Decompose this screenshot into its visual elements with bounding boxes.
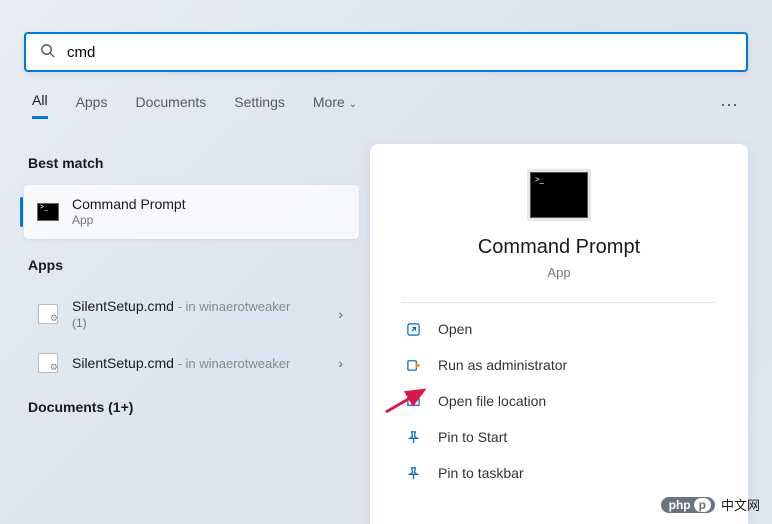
command-prompt-icon (530, 172, 588, 218)
search-icon (40, 43, 55, 61)
divider (402, 302, 716, 303)
preview-panel: Command Prompt App Open Run as administr… (370, 144, 748, 524)
tab-apps[interactable]: Apps (76, 94, 108, 118)
chevron-right-icon[interactable]: › (334, 355, 347, 371)
tab-documents[interactable]: Documents (135, 94, 206, 118)
chevron-right-icon[interactable]: › (334, 306, 347, 322)
filter-tabs: All Apps Documents Settings More ⌄ ⋯ (32, 92, 740, 119)
tab-more[interactable]: More ⌄ (313, 94, 357, 118)
action-open[interactable]: Open (402, 311, 716, 347)
action-label: Pin to taskbar (438, 465, 524, 481)
preview-title: Command Prompt (478, 236, 640, 259)
result-silentsetup-1[interactable]: SilentSetup.cmd - in winaerotweaker (1) … (24, 287, 359, 341)
pin-icon (404, 430, 422, 445)
action-pin-to-taskbar[interactable]: Pin to taskbar (402, 455, 716, 491)
more-options-button[interactable]: ⋯ (720, 95, 740, 116)
search-input[interactable] (67, 44, 732, 61)
result-subtitle: App (72, 213, 347, 229)
cmd-file-icon (36, 351, 60, 375)
preview-subtitle: App (547, 265, 570, 280)
result-silentsetup-2[interactable]: SilentSetup.cmd - in winaerotweaker › (24, 341, 359, 385)
action-pin-to-start[interactable]: Pin to Start (402, 419, 716, 455)
watermark: phpp 中文网 (661, 495, 760, 514)
tab-all[interactable]: All (32, 92, 48, 119)
documents-heading: Documents (1+) (24, 399, 359, 415)
php-badge: phpp (661, 497, 715, 513)
chevron-down-icon: ⌄ (349, 99, 357, 110)
open-icon (404, 322, 422, 337)
result-extra: (1) (72, 316, 334, 332)
action-list: Open Run as administrator Open file loca… (402, 311, 716, 491)
watermark-text: 中文网 (721, 495, 760, 514)
search-bar[interactable] (24, 32, 748, 72)
results-column: Best match Command Prompt App Apps Silen… (24, 155, 359, 429)
folder-icon (404, 394, 422, 409)
admin-icon (404, 358, 422, 373)
command-prompt-icon (36, 200, 60, 224)
result-command-prompt[interactable]: Command Prompt App (24, 185, 359, 239)
tab-settings[interactable]: Settings (234, 94, 285, 118)
action-run-as-admin[interactable]: Run as administrator (402, 347, 716, 383)
pin-icon (404, 466, 422, 481)
action-label: Open file location (438, 393, 546, 409)
best-match-heading: Best match (24, 155, 359, 171)
apps-heading: Apps (24, 257, 359, 273)
action-label: Run as administrator (438, 357, 567, 373)
result-title: SilentSetup.cmd - in winaerotweaker (72, 297, 334, 316)
result-title: SilentSetup.cmd - in winaerotweaker (72, 354, 334, 373)
cmd-file-icon (36, 302, 60, 326)
result-title: Command Prompt (72, 195, 347, 213)
action-label: Open (438, 321, 472, 337)
action-label: Pin to Start (438, 429, 507, 445)
action-open-file-location[interactable]: Open file location (402, 383, 716, 419)
